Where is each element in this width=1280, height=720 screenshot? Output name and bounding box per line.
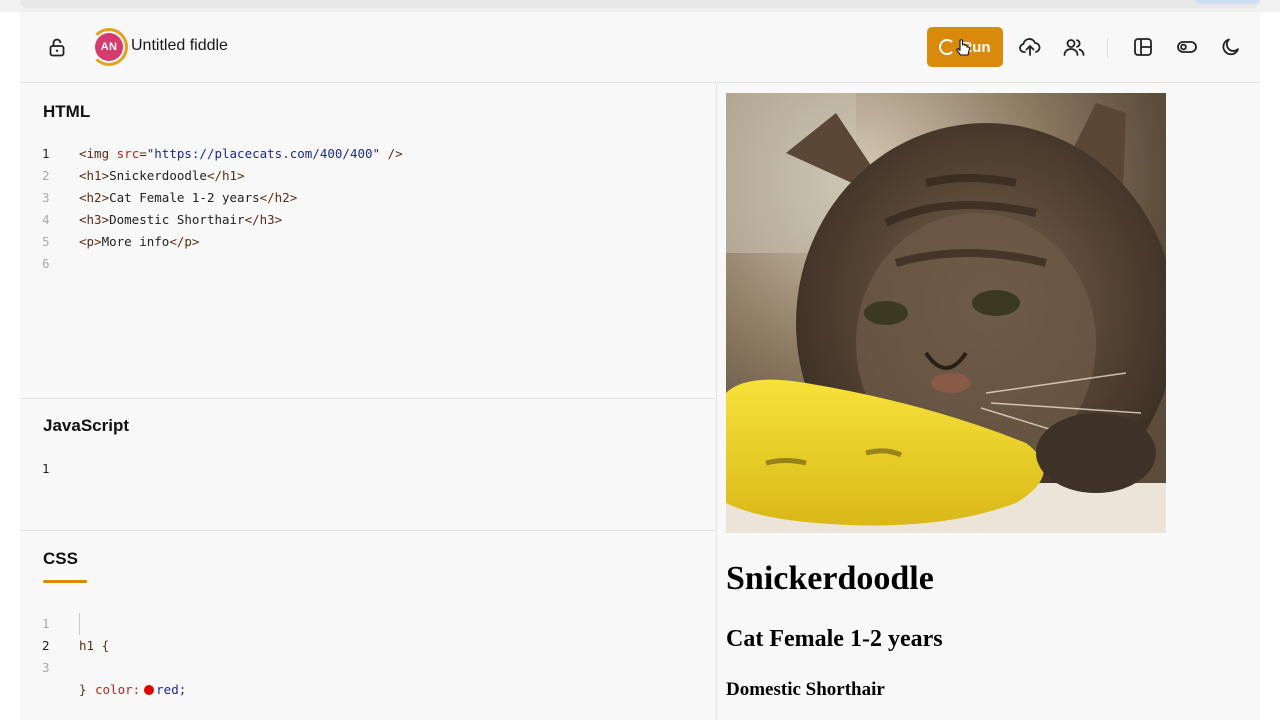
code-line: 5 <p>More info</p> (20, 231, 717, 253)
lock-icon[interactable] (46, 36, 68, 58)
code-token: More info (101, 234, 170, 249)
mouse-pointer-icon (955, 39, 971, 56)
avatar-ring[interactable]: AN (90, 28, 128, 66)
code-text: <img src="https://placecats.com/400/400"… (79, 143, 403, 165)
line-number: 1 (42, 146, 50, 161)
code-token: <p> (79, 234, 102, 249)
code-token: </p> (169, 234, 200, 249)
preview-heading-1: Snickerdoodle (726, 560, 934, 597)
line-number: 4 (42, 212, 50, 227)
code-text: <h1>Snickerdoodle</h1> (79, 165, 245, 187)
code-token: </h3> (244, 212, 283, 227)
code-text: <p>More info</p> (79, 231, 199, 253)
cat-photo (726, 93, 1166, 533)
code-token: /> (380, 146, 403, 161)
code-line: 3 } (20, 635, 717, 697)
line-number: 6 (42, 256, 50, 271)
code-token: = (139, 146, 147, 161)
toolbar-divider (1107, 38, 1108, 58)
indent-guide (79, 613, 80, 635)
line-number: 5 (42, 234, 50, 249)
line-number: 1 (42, 461, 50, 476)
css-panel-title[interactable]: CSS (43, 549, 78, 569)
css-property: color: (95, 682, 141, 697)
code-token: src (116, 146, 140, 161)
css-tab-indicator (43, 580, 87, 583)
code-token: <img (79, 146, 117, 161)
preview-heading-2: Cat Female 1-2 years (726, 626, 943, 652)
code-line: 1 (20, 458, 717, 480)
toggle-icon[interactable] (1176, 36, 1198, 58)
code-token: <h1> (79, 168, 110, 183)
users-icon[interactable] (1063, 36, 1085, 58)
code-text: <h2>Cat Female 1-2 years</h2> (79, 187, 297, 209)
css-code-editor[interactable]: 1 h1 { 2 color: red; 3 } (20, 591, 717, 697)
avatar: AN (95, 33, 123, 61)
fiddle-app: AN Untitled fiddle Run HTML 1 <img src="h… (20, 12, 1260, 720)
color-swatch-icon[interactable] (144, 685, 155, 695)
code-token: Snickerdoodle (109, 168, 207, 183)
code-token: Domestic Shorthair (109, 212, 245, 227)
code-line: 1 <img src="https://placecats.com/400/400… (20, 143, 717, 165)
top-toolbar: AN Untitled fiddle Run (20, 12, 1260, 83)
line-number: 2 (42, 168, 50, 183)
browser-address-bar (20, 0, 1260, 8)
css-panel: CSS 1 h1 { 2 color: red; 3 } (20, 531, 717, 720)
browser-top-strip (0, 0, 1280, 12)
preview-heading-3: Domestic Shorthair (726, 679, 885, 700)
javascript-panel: JavaScript 1 (20, 399, 717, 531)
code-line: 4 <h3>Domestic Shorthair</h3> (20, 209, 717, 231)
code-token: "https://placecats.com/400/400" (146, 146, 381, 161)
browser-pill (1196, 0, 1260, 4)
code-line: 1 h1 { (20, 591, 717, 653)
javascript-code-editor[interactable]: 1 (20, 458, 717, 480)
layout-icon[interactable] (1132, 36, 1154, 58)
code-line: 6 (20, 253, 717, 275)
editor-column: HTML 1 <img src="https://placecats.com/40… (20, 84, 717, 720)
code-line: 2 color: red; (20, 613, 717, 697)
css-value: red; (156, 682, 187, 697)
code-token: </h2> (259, 190, 298, 205)
line-number: 3 (42, 660, 50, 675)
html-panel-title: HTML (43, 102, 91, 121)
html-panel: HTML 1 <img src="https://placecats.com/40… (20, 84, 717, 399)
css-declaration: color: red; (95, 679, 186, 701)
code-token: </h1> (206, 168, 245, 183)
code-token: Cat Female 1-2 years (109, 190, 260, 205)
html-code-editor[interactable]: 1 <img src="https://placecats.com/400/400… (20, 143, 717, 275)
upload-icon[interactable] (1019, 36, 1041, 58)
code-line: 3 <h2>Cat Female 1-2 years</h2> (20, 187, 717, 209)
fiddle-title[interactable]: Untitled fiddle (131, 37, 228, 55)
javascript-panel-title: JavaScript (43, 416, 129, 435)
css-closing-brace: } (79, 682, 87, 697)
preview-pane: Snickerdoodle Cat Female 1-2 years Domes… (718, 84, 1260, 720)
code-line: 2 <h1>Snickerdoodle</h1> (20, 165, 717, 187)
code-token: <h3> (79, 212, 110, 227)
loading-spinner-icon (939, 39, 956, 55)
code-text: <h3>Domestic Shorthair</h3> (79, 209, 282, 231)
moon-icon[interactable] (1220, 36, 1242, 58)
code-token: <h2> (79, 190, 110, 205)
line-number: 3 (42, 190, 50, 205)
